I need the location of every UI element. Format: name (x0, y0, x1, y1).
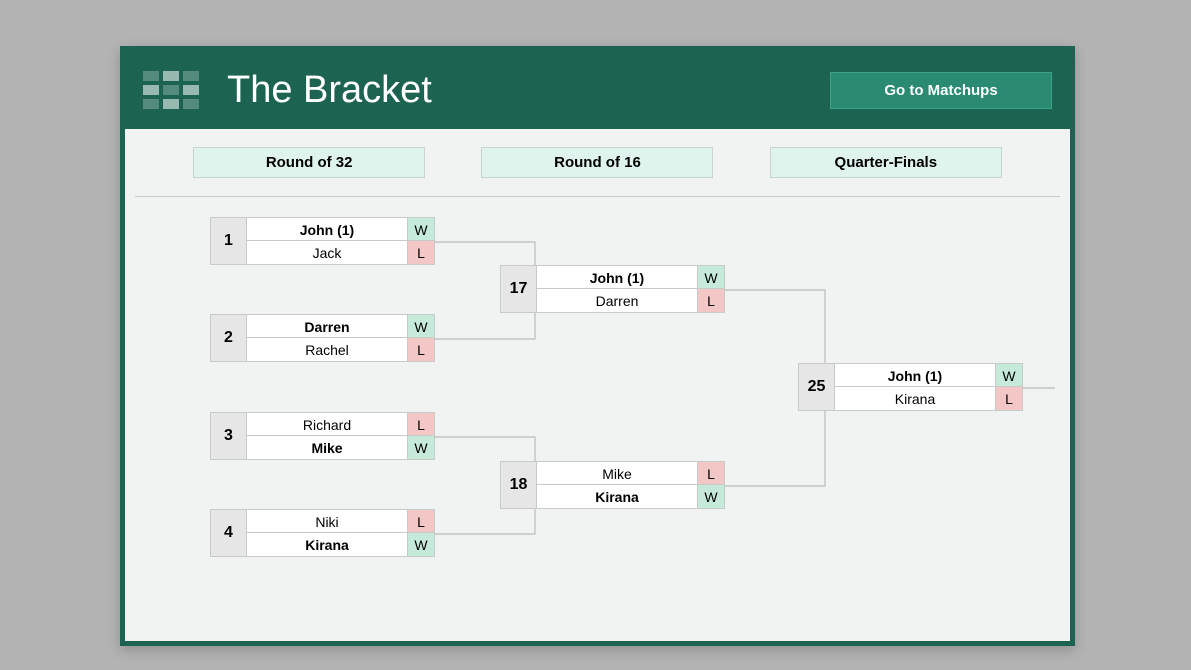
match-25: 25John (1)WKiranaL (798, 363, 1023, 411)
match-number: 1 (210, 217, 246, 265)
player-name: Kirana (536, 485, 698, 509)
match-1: 1John (1)WJackL (210, 217, 435, 265)
result-badge: W (698, 265, 725, 289)
go-to-matchups-button[interactable]: Go to Matchups (830, 72, 1052, 109)
round-label-16: Round of 16 (481, 147, 713, 178)
round-labels-row: Round of 32 Round of 16 Quarter-Finals (125, 129, 1070, 178)
result-badge: L (698, 461, 725, 485)
result-badge: W (408, 533, 435, 557)
bracket-area: 1John (1)WJackL2DarrenWRachelL3RichardLM… (135, 207, 1060, 607)
player-name: John (1) (834, 363, 996, 387)
match-4: 4NikiLKiranaW (210, 509, 435, 557)
result-badge: L (408, 412, 435, 436)
player-name: Niki (246, 509, 408, 533)
result-badge: W (408, 217, 435, 241)
player-name: Darren (246, 314, 408, 338)
result-badge: L (408, 338, 435, 362)
result-badge: L (408, 509, 435, 533)
match-number: 17 (500, 265, 536, 313)
header-bar: The Bracket Go to Matchups (125, 51, 1070, 129)
player-name: Kirana (246, 533, 408, 557)
round-label-qf: Quarter-Finals (770, 147, 1002, 178)
result-badge: W (408, 314, 435, 338)
match-18: 18MikeLKiranaW (500, 461, 725, 509)
result-badge: L (996, 387, 1023, 411)
player-name: Mike (246, 436, 408, 460)
match-3: 3RichardLMikeW (210, 412, 435, 460)
player-name: Kirana (834, 387, 996, 411)
match-number: 25 (798, 363, 834, 411)
player-name: John (1) (536, 265, 698, 289)
header-divider (135, 196, 1060, 197)
player-name: John (1) (246, 217, 408, 241)
match-number: 3 (210, 412, 246, 460)
result-badge: W (698, 485, 725, 509)
result-badge: L (698, 289, 725, 313)
result-badge: L (408, 241, 435, 265)
match-17: 17John (1)WDarrenL (500, 265, 725, 313)
player-name: Jack (246, 241, 408, 265)
match-number: 2 (210, 314, 246, 362)
match-number: 4 (210, 509, 246, 557)
result-badge: W (996, 363, 1023, 387)
match-2: 2DarrenWRachelL (210, 314, 435, 362)
page-title: The Bracket (227, 69, 830, 112)
match-number: 18 (500, 461, 536, 509)
bracket-card: The Bracket Go to Matchups Round of 32 R… (120, 46, 1075, 646)
player-name: Rachel (246, 338, 408, 362)
result-badge: W (408, 436, 435, 460)
player-name: Richard (246, 412, 408, 436)
player-name: Mike (536, 461, 698, 485)
app-logo-icon (143, 71, 199, 109)
player-name: Darren (536, 289, 698, 313)
round-label-32: Round of 32 (193, 147, 425, 178)
